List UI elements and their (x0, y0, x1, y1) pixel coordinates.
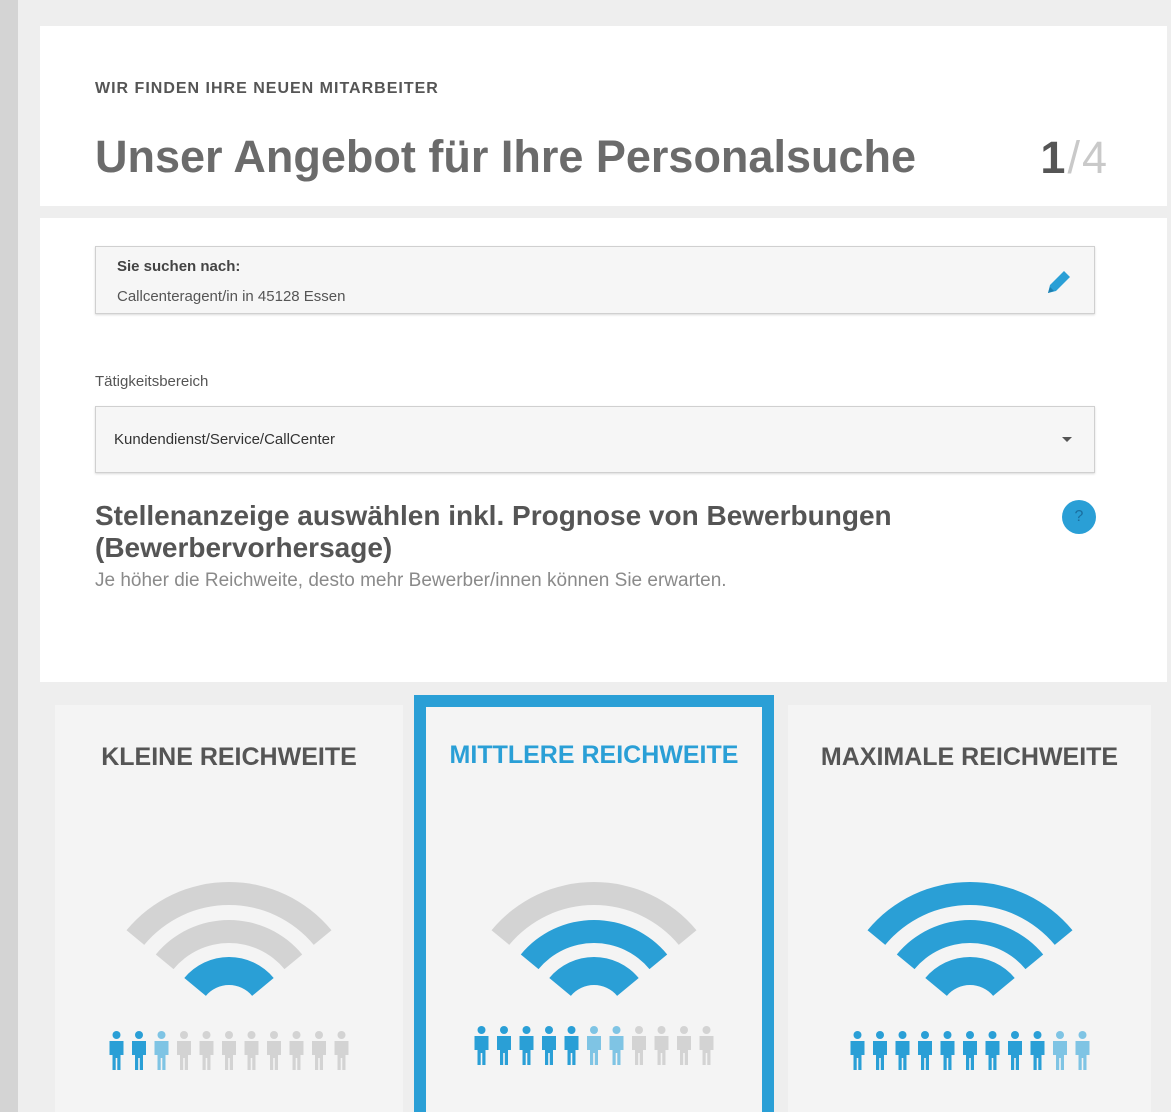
question-icon[interactable]: ? (1062, 500, 1096, 534)
category-select[interactable]: Kundendienst/Service/CallCenter (95, 406, 1095, 473)
person-icon (312, 1031, 326, 1070)
header-card: WIR FINDEN IHRE NEUEN MITARBEITER Unser … (40, 26, 1167, 206)
person-icon (699, 1026, 714, 1065)
person-icon (632, 1026, 646, 1065)
person-icon (962, 1031, 977, 1070)
person-icon (654, 1026, 669, 1065)
person-icon (289, 1031, 304, 1070)
person-icon (222, 1031, 236, 1070)
signal-icon (867, 882, 1072, 996)
search-summary-box[interactable]: Sie suchen nach: Callcenteragent/in in 4… (95, 246, 1095, 314)
step-current: 1 (1040, 132, 1066, 183)
person-icon (519, 1026, 534, 1065)
person-icon (1052, 1031, 1067, 1070)
people-icons (470, 1025, 718, 1067)
section-heading: Stellenanzeige auswählen inkl. Prognose … (95, 500, 892, 563)
category-select-value: Kundendienst/Service/CallCenter (114, 431, 335, 448)
person-icon (677, 1026, 691, 1065)
person-icon (542, 1026, 556, 1065)
person-icon (177, 1031, 191, 1070)
signal-icon (126, 882, 332, 996)
signal-icon (491, 882, 697, 996)
chevron-down-icon (1062, 437, 1072, 442)
person-icon (1075, 1031, 1089, 1070)
people-icons (105, 1030, 353, 1072)
reach-title: MAXIMALE REICHWEITE (820, 743, 1119, 771)
eyebrow-text: WIR FINDEN IHRE NEUEN MITARBEITER (95, 80, 439, 97)
person-icon (109, 1031, 124, 1070)
page-title: Unser Angebot für Ihre Personalsuche (95, 131, 917, 182)
step-total: 4 (1081, 132, 1107, 183)
search-label: Sie suchen nach: (117, 258, 241, 275)
reach-option-small[interactable]: KLEINE REICHWEITE (55, 705, 403, 1112)
signal-arc-1 (549, 957, 639, 996)
signal-arc-1 (924, 957, 1015, 996)
person-icon (1030, 1031, 1044, 1070)
step-separator: / (1067, 132, 1080, 183)
person-icon (985, 1031, 999, 1070)
page-background: WIR FINDEN IHRE NEUEN MITARBEITER Unser … (18, 0, 1171, 1112)
person-icon (609, 1026, 624, 1065)
person-icon (132, 1031, 146, 1070)
category-label: Tätigkeitsbereich (95, 373, 209, 390)
reach-title: MITTLERE REICHWEITE (449, 741, 739, 769)
person-icon (895, 1031, 909, 1070)
person-icon (1007, 1031, 1022, 1070)
person-icon (564, 1026, 579, 1065)
search-value: Callcenteragent/in in 45128 Essen (117, 288, 346, 305)
form-card: Sie suchen nach: Callcenteragent/in in 4… (40, 218, 1167, 682)
reach-title: KLEINE REICHWEITE (101, 743, 357, 771)
person-icon (850, 1031, 864, 1070)
reach-option-max[interactable]: MAXIMALE REICHWEITE (788, 705, 1151, 1112)
reach-option-medium[interactable]: MITTLERE REICHWEITE (414, 695, 774, 1112)
person-icon (474, 1026, 489, 1065)
person-icon (244, 1031, 259, 1070)
pencil-icon[interactable] (1042, 265, 1076, 299)
person-icon (917, 1031, 932, 1070)
person-icon (940, 1031, 954, 1070)
person-icon (334, 1031, 349, 1070)
person-icon (154, 1031, 169, 1070)
person-icon (587, 1026, 601, 1065)
people-icons (846, 1030, 1094, 1072)
section-subtext: Je höher die Reichweite, desto mehr Bewe… (95, 570, 727, 591)
person-icon (497, 1026, 511, 1065)
person-icon (267, 1031, 281, 1070)
person-icon (199, 1031, 214, 1070)
person-icon (872, 1031, 887, 1070)
step-indicator: 1/4 (1040, 132, 1107, 184)
signal-arc-1 (184, 957, 274, 996)
